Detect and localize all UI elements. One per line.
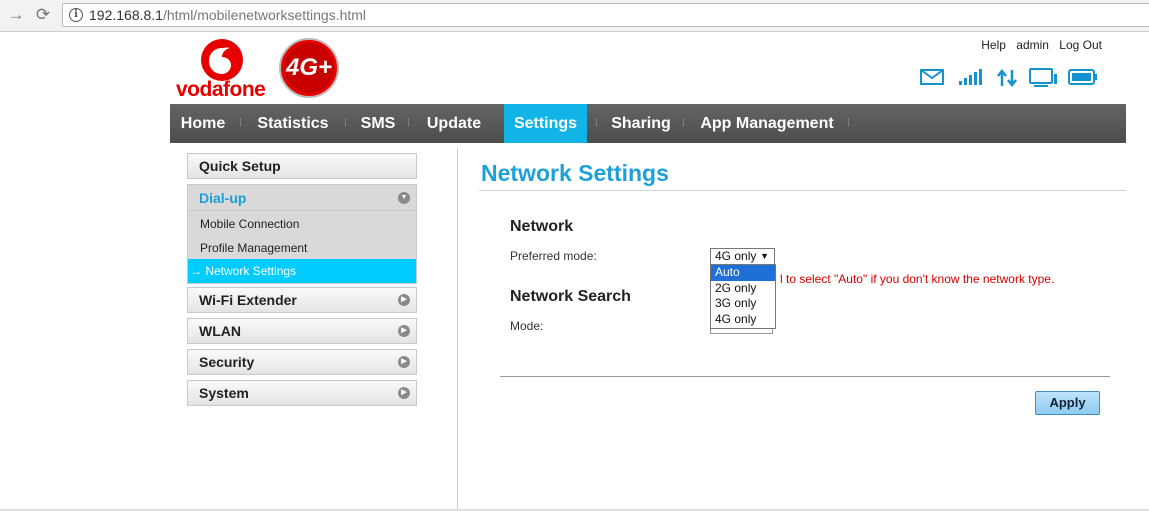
sidebar-item-security[interactable]: Security ▶ — [187, 349, 417, 375]
back-arrow-icon[interactable]: → — [5, 4, 27, 26]
data-transfer-icon — [997, 68, 1017, 88]
network-search-heading: Network Search — [510, 288, 631, 305]
mode-label: Mode: — [510, 319, 544, 333]
menu-sms[interactable]: SMS — [356, 104, 400, 143]
menu-statistics[interactable]: Statistics — [250, 104, 336, 143]
address-bar[interactable]: i 192.168.8.1/html/mobilenetworksettings… — [62, 3, 1149, 27]
menu-settings[interactable]: Settings — [504, 104, 587, 143]
menu-separator: ⁞ — [239, 118, 242, 129]
sidebar-item-system[interactable]: System ▶ — [187, 380, 417, 406]
hint-text: l to select "Auto" if you don't know the… — [780, 272, 1055, 286]
apply-button[interactable]: Apply — [1035, 391, 1100, 415]
menu-sharing[interactable]: Sharing — [606, 104, 676, 143]
sidebar-subitem-network-settings[interactable]: → Network Settings — [188, 259, 416, 283]
preferred-mode-value: 4G only — [715, 249, 757, 263]
content-divider — [457, 148, 458, 511]
info-icon[interactable]: i — [69, 8, 83, 22]
title-divider — [479, 190, 1126, 191]
chevron-right-icon: ▶ — [398, 294, 410, 306]
option-3g-only[interactable]: 3G only — [711, 296, 775, 312]
sidebar-item-label: Network Settings — [205, 264, 297, 278]
menu-separator: ⁞ — [407, 118, 410, 129]
preferred-mode-label: Preferred mode: — [510, 249, 597, 263]
signal-icon — [959, 69, 982, 85]
option-4g-only[interactable]: 4G only — [711, 312, 775, 328]
sidebar-item-label: System — [199, 385, 249, 401]
url-text: 192.168.8.1/html/mobilenetworksettings.h… — [89, 7, 367, 23]
sidebar-item-label: WLAN — [199, 323, 241, 339]
main-menu: Home ⁞ Statistics ⁞ SMS ⁞ Update Setting… — [170, 104, 1126, 143]
option-2g-only[interactable]: 2G only — [711, 281, 775, 297]
form-divider — [500, 376, 1110, 377]
4g-plus-badge: 4G+ — [278, 37, 340, 99]
page-title: Network Settings — [481, 160, 669, 186]
chevron-right-icon: ▶ — [398, 356, 410, 368]
browser-toolbar: → ⟳ i 192.168.8.1/html/mobilenetworksett… — [0, 0, 1149, 32]
reload-icon[interactable]: ⟳ — [32, 4, 54, 26]
mail-icon[interactable] — [920, 68, 944, 86]
sidebar-item-label: Dial-up — [199, 190, 247, 206]
menu-home[interactable]: Home — [174, 104, 232, 143]
sidebar-item-wlan[interactable]: WLAN ▶ — [187, 318, 417, 344]
option-auto[interactable]: Auto — [711, 265, 775, 281]
dropdown-caret-icon: ▼ — [760, 251, 769, 261]
menu-separator: ⁞ — [595, 118, 598, 129]
sidebar-item-label: Quick Setup — [199, 158, 281, 174]
battery-icon — [1068, 69, 1097, 85]
sidebar-subitem-mobile-connection[interactable]: Mobile Connection — [188, 212, 416, 236]
badge-text: 4G+ — [285, 54, 333, 81]
menu-app-management[interactable]: App Management — [696, 104, 838, 143]
top-links: Help admin Log Out — [974, 38, 1102, 52]
menu-separator: ⁞ — [682, 118, 685, 129]
sidebar-item-dialup[interactable]: Dial-up ▼ — [188, 185, 416, 211]
wifi-devices-icon[interactable] — [1028, 68, 1058, 88]
chevron-down-icon: ▼ — [398, 192, 410, 204]
sidebar-item-quick-setup[interactable]: Quick Setup — [187, 153, 417, 179]
chevron-right-icon: ▶ — [398, 387, 410, 399]
help-link[interactable]: Help — [981, 38, 1006, 52]
sidebar-subitem-profile-management[interactable]: Profile Management — [188, 236, 416, 260]
preferred-mode-dropdown: Auto 2G only 3G only 4G only — [710, 264, 776, 329]
vodafone-logo[interactable]: vodafone — [176, 38, 268, 101]
preferred-mode-select[interactable]: 4G only ▼ — [710, 248, 775, 265]
arrow-right-icon: → — [190, 264, 202, 278]
menu-separator: ⁞ — [847, 118, 850, 129]
admin-username: admin — [1016, 38, 1049, 52]
menu-update[interactable]: Update — [420, 104, 488, 143]
sidebar-item-label: Wi-Fi Extender — [199, 292, 297, 308]
sidebar-item-wifi-extender[interactable]: Wi-Fi Extender ▶ — [187, 287, 417, 313]
sidebar-group-dialup: Dial-up ▼ Mobile Connection Profile Mana… — [187, 184, 417, 284]
network-heading: Network — [510, 218, 574, 235]
logout-link[interactable]: Log Out — [1059, 38, 1102, 52]
menu-separator: ⁞ — [344, 118, 347, 129]
brand-name: vodafone — [176, 78, 266, 101]
sidebar-item-label: Security — [199, 354, 255, 370]
chevron-right-icon: ▶ — [398, 325, 410, 337]
